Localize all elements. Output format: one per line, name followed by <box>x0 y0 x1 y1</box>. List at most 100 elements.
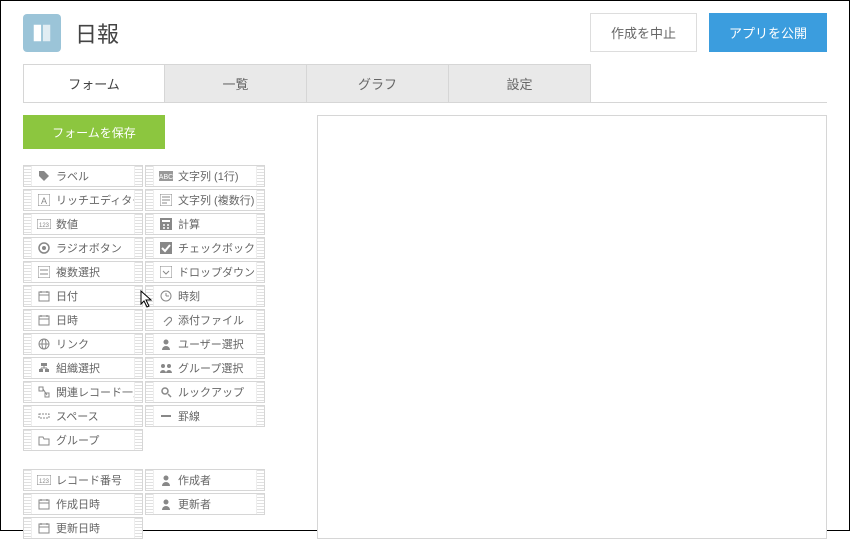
drag-grip-icon <box>134 382 142 402</box>
drag-grip-icon <box>134 430 142 450</box>
field-tag-0[interactable]: ラベル <box>23 165 143 187</box>
field-attach-13[interactable]: 添付ファイル <box>145 309 265 331</box>
field-check-7[interactable]: チェックボックス <box>145 237 265 259</box>
field-calendar-10[interactable]: 日付 <box>23 285 143 307</box>
field-label: グループ <box>56 432 134 448</box>
field-space-20[interactable]: スペース <box>23 405 143 427</box>
calendar-icon <box>36 496 52 512</box>
field-123-4[interactable]: 123数値 <box>23 213 143 235</box>
drag-grip-icon <box>134 166 142 186</box>
field-label: 日付 <box>56 288 134 304</box>
field-folder-22[interactable]: グループ <box>23 429 143 451</box>
field-label: ルックアップ <box>178 384 256 400</box>
drag-grip-icon <box>256 190 264 210</box>
field-user-3[interactable]: 更新者 <box>145 493 265 515</box>
publish-button[interactable]: アプリを公開 <box>709 13 827 52</box>
field-clock-11[interactable]: 時刻 <box>145 285 265 307</box>
field-list-8[interactable]: 複数選択 <box>23 261 143 283</box>
field-calendar-4[interactable]: 更新日時 <box>23 517 143 539</box>
drag-grip-icon <box>256 406 264 426</box>
drag-grip-icon <box>146 310 154 330</box>
drag-grip-icon <box>146 334 154 354</box>
field-calc-5[interactable]: 計算 <box>145 213 265 235</box>
check-icon <box>158 240 174 256</box>
tab-graph[interactable]: グラフ <box>307 64 449 102</box>
drag-grip-icon <box>24 406 32 426</box>
svg-text:123: 123 <box>39 479 50 485</box>
drag-grip-icon <box>134 334 142 354</box>
drag-grip-icon <box>24 214 32 234</box>
drag-grip-icon <box>134 358 142 378</box>
field-org-16[interactable]: 組織選択 <box>23 357 143 379</box>
tab-settings[interactable]: 設定 <box>449 64 591 102</box>
drag-grip-icon <box>256 166 264 186</box>
field-group-17[interactable]: グループ選択 <box>145 357 265 379</box>
app-title: 日報 <box>75 17 590 49</box>
drag-grip-icon <box>146 358 154 378</box>
field-related-18[interactable]: 関連レコード一覧 <box>23 381 143 403</box>
list-icon <box>36 264 52 280</box>
drag-grip-icon <box>24 310 32 330</box>
group-icon <box>158 360 174 376</box>
field-globe-14[interactable]: リンク <box>23 333 143 355</box>
drag-grip-icon <box>134 190 142 210</box>
field-label: 組織選択 <box>56 360 134 376</box>
field-lines-3[interactable]: 文字列 (複数行) <box>145 189 265 211</box>
drag-grip-icon <box>146 470 154 490</box>
field-A-2[interactable]: A リッチエディター <box>23 189 143 211</box>
calendar-icon <box>36 312 52 328</box>
field-label: 更新者 <box>178 496 256 512</box>
field-user-15[interactable]: ユーザー選択 <box>145 333 265 355</box>
drag-grip-icon <box>24 238 32 258</box>
tab-form[interactable]: フォーム <box>23 64 165 102</box>
field-calendar-12[interactable]: 日時 <box>23 309 143 331</box>
drag-grip-icon <box>146 238 154 258</box>
field-label: 関連レコード一覧 <box>56 384 134 400</box>
tabbar: フォーム 一覧 グラフ 設定 <box>23 64 827 102</box>
field-label: ドロップダウン <box>178 264 256 280</box>
svg-text:A: A <box>41 196 47 206</box>
app-icon <box>23 14 61 52</box>
tab-list[interactable]: 一覧 <box>165 64 307 102</box>
field-label: 作成日時 <box>56 496 134 512</box>
drag-grip-icon <box>146 286 154 306</box>
drag-grip-icon <box>146 166 154 186</box>
drag-grip-icon <box>146 382 154 402</box>
calendar-icon <box>36 520 52 536</box>
field-label: リッチエディター <box>56 192 134 208</box>
drag-grip-icon <box>24 358 32 378</box>
field-label: ラベル <box>56 168 134 184</box>
folder-icon <box>36 432 52 448</box>
related-icon <box>36 384 52 400</box>
field-label: ラジオボタン <box>56 240 134 256</box>
drag-grip-icon <box>256 214 264 234</box>
field-lookup-19[interactable]: ルックアップ <box>145 381 265 403</box>
field-label: 日時 <box>56 312 134 328</box>
drag-grip-icon <box>24 430 32 450</box>
drag-grip-icon <box>146 214 154 234</box>
field-hr-21[interactable]: 罫線 <box>145 405 265 427</box>
field-label: グループ選択 <box>178 360 256 376</box>
field-label: 時刻 <box>178 288 256 304</box>
save-form-button[interactable]: フォームを保存 <box>23 115 165 149</box>
tag-icon <box>36 168 52 184</box>
field-label: 更新日時 <box>56 520 134 536</box>
user-icon <box>158 496 174 512</box>
field-label: 作成者 <box>178 472 256 488</box>
field-abc-1[interactable]: ABC文字列 (1行) <box>145 165 265 187</box>
field-dropdown-9[interactable]: ドロップダウン <box>145 261 265 283</box>
123-icon: 123 <box>36 216 52 232</box>
hr-icon <box>158 408 174 424</box>
field-radio-6[interactable]: ラジオボタン <box>23 237 143 259</box>
field-label: 文字列 (複数行) <box>178 192 256 208</box>
calendar-icon <box>36 288 52 304</box>
form-canvas[interactable] <box>317 115 827 539</box>
field-123-0[interactable]: 123レコード番号 <box>23 469 143 491</box>
field-calendar-2[interactable]: 作成日時 <box>23 493 143 515</box>
field-user-1[interactable]: 作成者 <box>145 469 265 491</box>
drag-grip-icon <box>134 214 142 234</box>
cancel-button[interactable]: 作成を中止 <box>590 13 697 52</box>
drag-grip-icon <box>134 494 142 514</box>
drag-grip-icon <box>134 518 142 538</box>
radio-icon <box>36 240 52 256</box>
